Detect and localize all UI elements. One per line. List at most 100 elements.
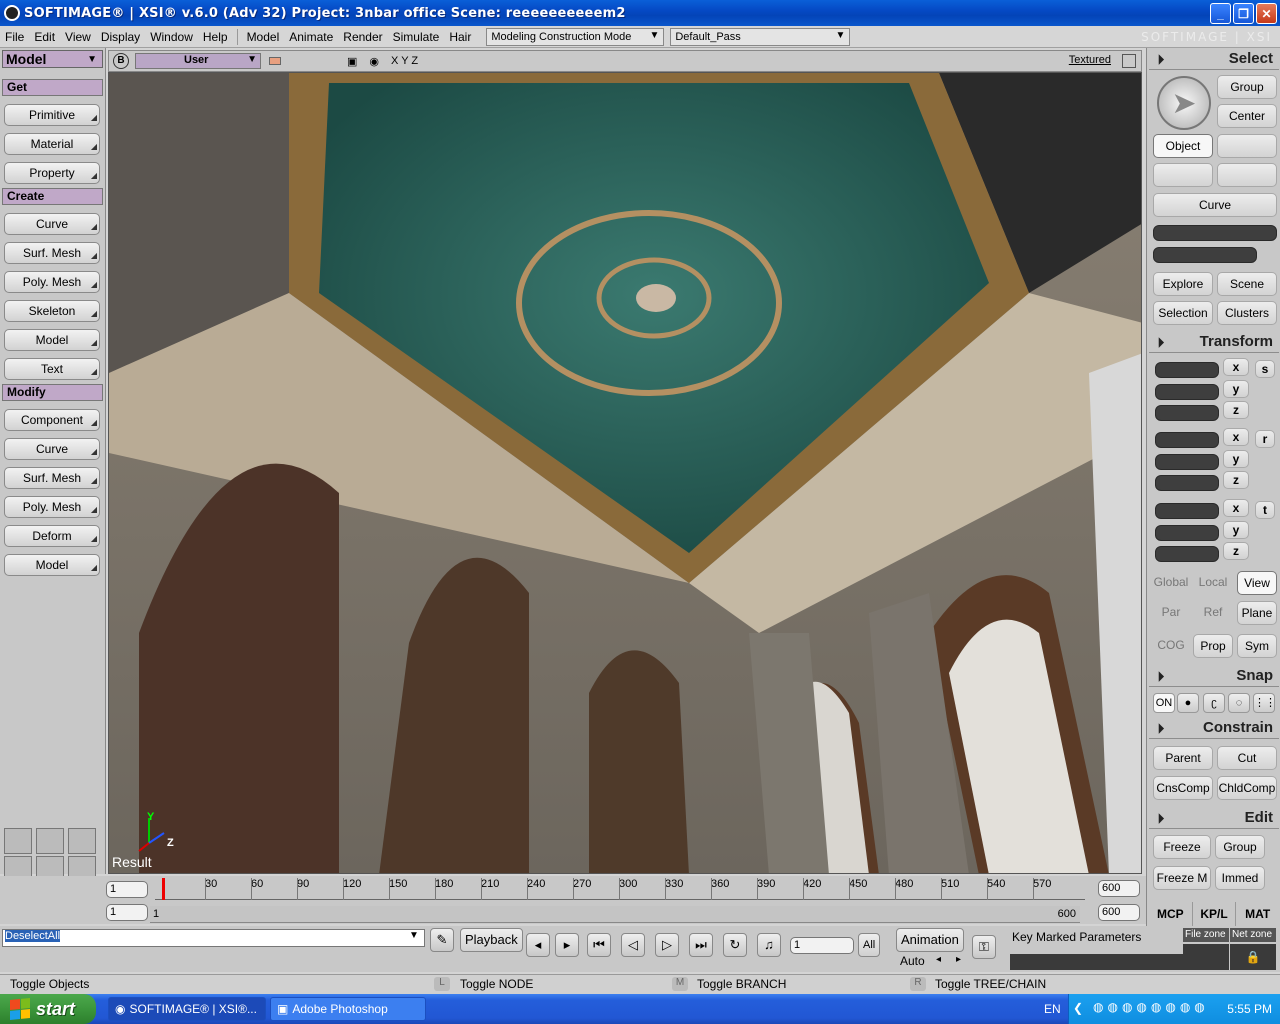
rotate-mode-button[interactable]: r: [1255, 430, 1275, 448]
deform-button[interactable]: Deform: [4, 525, 100, 549]
menu-display[interactable]: Display: [96, 30, 145, 44]
layout-split-icon[interactable]: [36, 828, 64, 854]
snap-header[interactable]: Snap: [1149, 665, 1279, 687]
sym-button[interactable]: Sym: [1237, 634, 1277, 658]
minimize-button[interactable]: _: [1210, 3, 1231, 24]
translate-x-field[interactable]: [1155, 503, 1219, 519]
viewport-axes[interactable]: X Y Z: [391, 55, 418, 67]
scale-y-button[interactable]: y: [1223, 380, 1249, 398]
command-line-input[interactable]: DeselectAll: [2, 929, 425, 947]
select-object-button[interactable]: Object: [1153, 134, 1213, 158]
modify-surf-mesh-button[interactable]: Surf. Mesh: [4, 467, 100, 491]
last-frame-icon[interactable]: ⏭: [689, 933, 713, 957]
menu-render[interactable]: Render: [338, 30, 387, 44]
playback-menu-button[interactable]: Playback: [460, 928, 523, 952]
lock-icon[interactable]: 🔒: [1230, 944, 1276, 970]
select-empty-button-2[interactable]: [1153, 163, 1213, 187]
script-editor-icon[interactable]: ✎: [430, 928, 454, 952]
translate-z-field[interactable]: [1155, 546, 1219, 562]
close-button[interactable]: ✕: [1256, 3, 1277, 24]
global-button[interactable]: Global: [1151, 571, 1191, 595]
rotate-x-button[interactable]: x: [1223, 428, 1249, 446]
create-model-button[interactable]: Model: [4, 329, 100, 353]
translate-y-button[interactable]: y: [1223, 521, 1249, 539]
language-indicator[interactable]: EN: [1044, 1002, 1061, 1016]
chevron-down-icon[interactable]: ▼: [409, 930, 419, 941]
rotate-y-field[interactable]: [1155, 454, 1219, 470]
start-button[interactable]: start: [0, 994, 96, 1024]
module-select[interactable]: Model ▼: [2, 50, 103, 68]
translate-mode-button[interactable]: t: [1255, 501, 1275, 519]
construction-mode-select[interactable]: Modeling Construction Mode ▼: [486, 27, 665, 46]
eye-icon[interactable]: ◉: [369, 55, 379, 68]
animation-menu-button[interactable]: Animation: [896, 928, 964, 952]
freeze-button[interactable]: Freeze: [1153, 835, 1211, 859]
key-icon[interactable]: ⚿: [972, 935, 996, 959]
modify-poly-mesh-button[interactable]: Poly. Mesh: [4, 496, 100, 520]
snap-grid-icon[interactable]: ⋮⋮: [1253, 693, 1276, 713]
clusters-button[interactable]: Clusters: [1217, 301, 1277, 325]
modify-section-header[interactable]: Modify: [2, 384, 103, 401]
net-zone-label[interactable]: Net zone: [1230, 928, 1276, 942]
clock[interactable]: 5:55 PM: [1227, 1002, 1272, 1016]
previous-frame-icon[interactable]: ◁: [621, 933, 645, 957]
skeleton-button[interactable]: Skeleton: [4, 300, 100, 324]
modify-model-button[interactable]: Model: [4, 554, 100, 578]
all-button[interactable]: All: [858, 933, 881, 957]
scene-button[interactable]: Scene: [1217, 272, 1277, 296]
viewport-b-button[interactable]: B: [113, 53, 129, 69]
ref-button[interactable]: Ref: [1193, 601, 1233, 625]
translate-x-button[interactable]: x: [1223, 499, 1249, 517]
cog-button[interactable]: COG: [1151, 634, 1191, 658]
snap-surface-icon[interactable]: ◌: [1228, 693, 1250, 713]
select-group-button[interactable]: Group: [1217, 75, 1277, 99]
current-frame-marker[interactable]: [162, 878, 165, 900]
transform-header[interactable]: Transform: [1149, 331, 1279, 353]
viewport-tool-icon[interactable]: [269, 57, 281, 65]
menu-edit[interactable]: Edit: [29, 30, 60, 44]
select-empty-button-1[interactable]: [1217, 134, 1277, 158]
freeze-m-button[interactable]: Freeze M: [1153, 866, 1211, 890]
tray-icons[interactable]: ◍◍◍◍◍◍◍◍: [1093, 1000, 1209, 1014]
scale-x-field[interactable]: [1155, 362, 1219, 378]
translate-y-field[interactable]: [1155, 525, 1219, 541]
tray-expand-icon[interactable]: ❮: [1073, 1001, 1083, 1015]
get-section-header[interactable]: Get: [2, 79, 103, 96]
rotate-z-button[interactable]: z: [1223, 471, 1249, 489]
render-pass-select[interactable]: Default_Pass ▼: [670, 27, 851, 46]
scale-x-button[interactable]: x: [1223, 358, 1249, 376]
timeline-start-field[interactable]: 1: [106, 881, 148, 898]
chldcomp-button[interactable]: ChldComp: [1217, 776, 1277, 800]
3d-viewport[interactable]: Y Z Result: [108, 72, 1142, 874]
previous-key-icon[interactable]: ◂: [526, 933, 550, 957]
menu-window[interactable]: Window: [145, 30, 198, 44]
rotate-z-field[interactable]: [1155, 475, 1219, 491]
first-frame-icon[interactable]: ⏮: [587, 933, 611, 957]
plane-button[interactable]: Plane: [1237, 601, 1277, 625]
range-end-field[interactable]: 600: [1098, 904, 1140, 921]
menu-help[interactable]: Help: [198, 30, 233, 44]
constrain-header[interactable]: Constrain: [1149, 717, 1279, 739]
rotate-y-button[interactable]: y: [1223, 450, 1249, 468]
explore-button[interactable]: Explore: [1153, 272, 1213, 296]
audio-icon[interactable]: ♫: [757, 933, 781, 957]
select-center-button[interactable]: Center: [1217, 104, 1277, 128]
component-button[interactable]: Component: [4, 409, 100, 433]
prop-button[interactable]: Prop: [1193, 634, 1233, 658]
edit-group-button[interactable]: Group: [1215, 835, 1265, 859]
menu-model[interactable]: Model: [242, 30, 285, 44]
rotate-x-field[interactable]: [1155, 432, 1219, 448]
translate-z-button[interactable]: z: [1223, 542, 1249, 560]
scale-y-field[interactable]: [1155, 384, 1219, 400]
file-zone-label[interactable]: File zone: [1183, 928, 1229, 942]
layout-graph-icon[interactable]: [4, 828, 32, 854]
tab-kpl[interactable]: KP/L: [1193, 902, 1237, 926]
scale-z-field[interactable]: [1155, 405, 1219, 421]
restore-button[interactable]: ❐: [1233, 3, 1254, 24]
view-button[interactable]: View: [1237, 571, 1277, 595]
select-arrow-icon[interactable]: ➤: [1157, 76, 1211, 130]
create-section-header[interactable]: Create: [2, 188, 103, 205]
create-poly-mesh-button[interactable]: Poly. Mesh: [4, 271, 100, 295]
next-keyframe-icon[interactable]: ▸: [956, 954, 961, 965]
create-curve-button[interactable]: Curve: [4, 213, 100, 237]
